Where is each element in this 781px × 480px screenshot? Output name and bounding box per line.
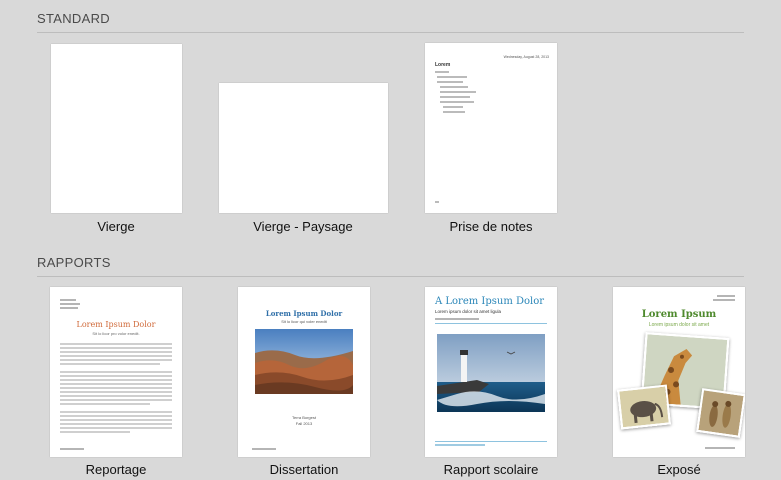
text-line bbox=[60, 391, 172, 393]
text-line bbox=[60, 415, 172, 417]
template-thumbnail-reportage[interactable]: Lorem Ipsum Dolor Sit lo licor pro volor… bbox=[50, 287, 182, 457]
dissertation-author: Terra Borgest bbox=[291, 415, 316, 420]
text-line bbox=[60, 379, 172, 381]
template-label-prise-de-notes[interactable]: Prise de notes bbox=[391, 219, 591, 234]
text-line bbox=[60, 383, 172, 385]
lighthouse-photo bbox=[437, 334, 545, 412]
footer-line bbox=[435, 444, 485, 446]
note-line bbox=[443, 111, 465, 113]
template-thumbnail-prise-de-notes[interactable]: Wednesday, August 28, 2013 Lorem bbox=[425, 43, 557, 213]
text-line bbox=[60, 431, 130, 433]
template-label-vierge[interactable]: Vierge bbox=[16, 219, 216, 234]
byline-line bbox=[435, 318, 479, 320]
section-divider-standard bbox=[37, 32, 744, 33]
section-title-rapports: RAPPORTS bbox=[37, 255, 111, 270]
note-line bbox=[435, 201, 439, 203]
canyon-photo bbox=[255, 329, 353, 394]
reportage-subtitle: Sit lo licor pro volor enedit. bbox=[92, 331, 140, 336]
rapport-rule bbox=[435, 323, 547, 324]
note-line bbox=[440, 91, 476, 93]
note-line bbox=[443, 106, 463, 108]
dissertation-subtitle: Sit lo licor qui voler enedit bbox=[281, 319, 327, 324]
byline-line bbox=[60, 299, 76, 301]
footer-line bbox=[705, 447, 735, 449]
note-line bbox=[437, 81, 463, 83]
note-line bbox=[435, 71, 449, 73]
meerkat-photo bbox=[696, 388, 745, 438]
template-label-reportage[interactable]: Reportage bbox=[16, 462, 216, 477]
header-line bbox=[717, 295, 735, 297]
rapport-subtitle: Lorem ipsum dolor sit amet ligula bbox=[435, 309, 502, 314]
text-line bbox=[60, 351, 172, 353]
section-title-standard: STANDARD bbox=[37, 11, 110, 26]
dissertation-date: Fall 2013 bbox=[295, 421, 313, 426]
template-thumbnail-expose[interactable]: Lorem Ipsum Lorem ipsum dolor sit amet bbox=[613, 287, 745, 457]
section-divider-rapports bbox=[37, 276, 744, 277]
note-line bbox=[440, 96, 470, 98]
byline-line bbox=[60, 303, 80, 305]
template-thumbnail-vierge-paysage[interactable] bbox=[219, 83, 388, 213]
template-label-expose[interactable]: Exposé bbox=[579, 462, 779, 477]
template-label-rapport-scolaire[interactable]: Rapport scolaire bbox=[391, 462, 591, 477]
note-line bbox=[440, 101, 474, 103]
reportage-title: Lorem Ipsum Dolor bbox=[76, 320, 156, 329]
text-line bbox=[60, 359, 172, 361]
rapport-footer-rule bbox=[435, 441, 547, 442]
text-line bbox=[60, 371, 172, 373]
note-line bbox=[440, 86, 468, 88]
text-line bbox=[60, 399, 172, 401]
text-line bbox=[60, 355, 172, 357]
text-line bbox=[60, 395, 172, 397]
expose-subtitle: Lorem ipsum dolor sit amet bbox=[648, 322, 710, 328]
template-thumbnail-dissertation[interactable]: Lorem Ipsum Dolor Sit lo licor qui voler… bbox=[238, 287, 370, 457]
rapport-title: A Lorem Ipsum Dolor bbox=[435, 296, 545, 307]
template-thumbnail-vierge[interactable] bbox=[51, 44, 182, 213]
template-label-dissertation[interactable]: Dissertation bbox=[204, 462, 404, 477]
text-line bbox=[60, 423, 172, 425]
byline-line bbox=[60, 307, 78, 309]
footer-line bbox=[252, 448, 276, 450]
text-line bbox=[60, 363, 160, 365]
text-line bbox=[60, 411, 172, 413]
template-label-vierge-paysage[interactable]: Vierge - Paysage bbox=[203, 219, 403, 234]
text-line bbox=[60, 403, 150, 405]
text-line bbox=[60, 347, 172, 349]
text-line bbox=[60, 387, 172, 389]
dissertation-title: Lorem Ipsum Dolor bbox=[265, 309, 343, 318]
header-line bbox=[713, 299, 735, 301]
elephant-photo bbox=[617, 384, 671, 430]
note-date: Wednesday, August 28, 2013 bbox=[503, 55, 549, 59]
text-line bbox=[60, 419, 172, 421]
expose-title: Lorem Ipsum bbox=[641, 309, 717, 320]
template-thumbnail-rapport-scolaire[interactable]: A Lorem Ipsum Dolor Lorem ipsum dolor si… bbox=[425, 287, 557, 457]
text-line bbox=[60, 375, 172, 377]
footer-line bbox=[60, 448, 84, 450]
note-title: Lorem bbox=[435, 62, 451, 68]
text-line bbox=[60, 343, 172, 345]
text-line bbox=[60, 427, 172, 429]
note-line bbox=[437, 76, 467, 78]
